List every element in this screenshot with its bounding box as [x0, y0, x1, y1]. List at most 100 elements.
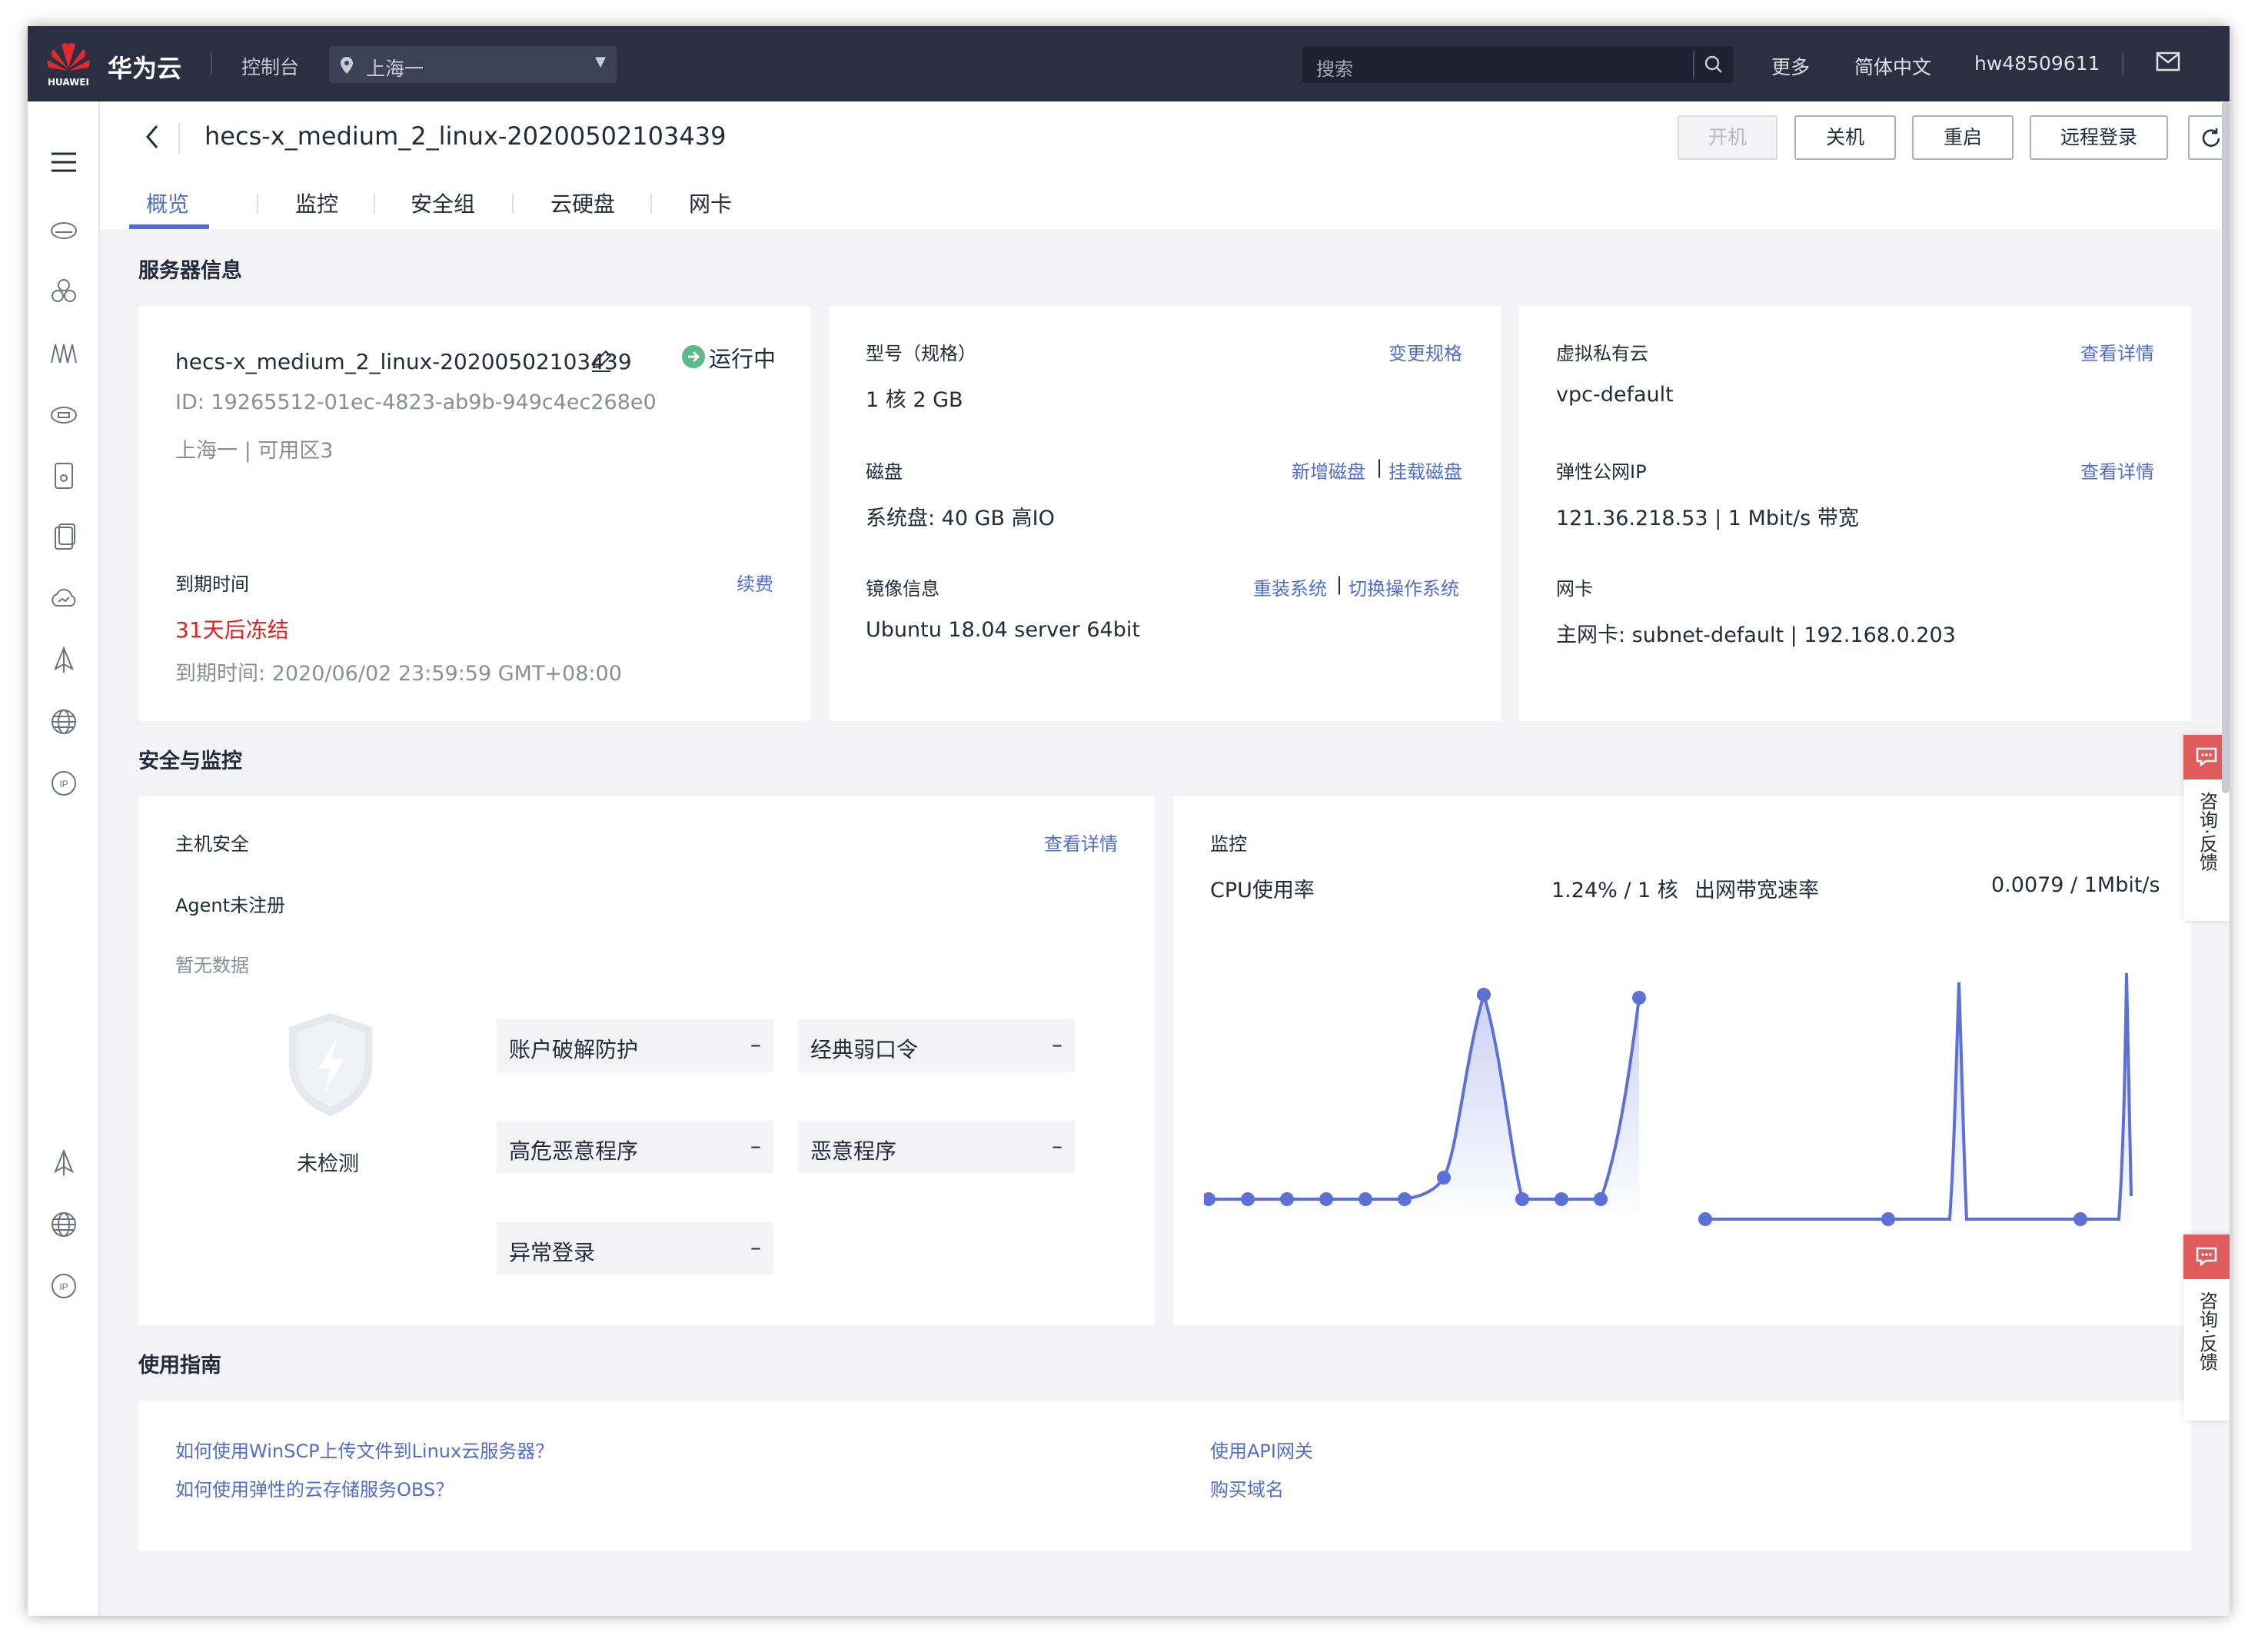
divider: | — [1376, 457, 1383, 478]
user-account-menu[interactable]: hw48509611 — [1974, 52, 2100, 75]
undetected-label: 未检测 — [297, 1152, 359, 1176]
freeze-warning: 31天后冻结 — [175, 617, 289, 643]
network-card: 虚拟私有云 查看详情 vpc-default 弹性公网IP 查看详情 121.3… — [1519, 306, 2191, 721]
brand-name[interactable]: 华为云 — [108, 49, 181, 85]
disk-icon[interactable] — [49, 461, 78, 490]
change-spec-link[interactable]: 变更规格 — [1388, 338, 1462, 365]
guide-link-api-gateway[interactable]: 使用API网关 — [1210, 1436, 1313, 1463]
refresh-icon — [2202, 128, 2220, 147]
switch-os-link[interactable]: 切换操作系统 — [1348, 573, 1459, 600]
server-location: 上海一 | 可用区3 — [175, 439, 334, 463]
reinstall-os-link[interactable]: 重装系统 — [1253, 573, 1327, 600]
search-input[interactable]: 搜索 — [1316, 54, 1353, 81]
tab-monitoring[interactable]: 监控 — [295, 188, 338, 218]
huawei-logo[interactable]: HUAWEI — [38, 38, 98, 92]
security-item-value: – — [1052, 1032, 1063, 1057]
bandwidth-value: 0.0079 / 1Mbit/s — [1991, 873, 2160, 897]
storage-cloud-icon[interactable] — [49, 400, 78, 429]
image-value: Ubuntu 18.04 server 64bit — [866, 618, 1140, 642]
cloud-server-icon[interactable] — [49, 215, 78, 244]
guide-link-winscp[interactable]: 如何使用WinSCP上传文件到Linux云服务器？ — [175, 1436, 554, 1463]
eip-value: 121.36.218.53 | 1 Mbit/s 带宽 — [1556, 507, 1859, 530]
app-window: HUAWEI 华为云 控制台 上海一 ▼ 搜索 更多 简体中文 hw485096… — [28, 26, 2230, 1616]
security-item-abnormal-login[interactable]: 异常登录 – — [497, 1222, 773, 1274]
tab-security-group[interactable]: 安全组 — [411, 188, 475, 218]
guide-link-obs[interactable]: 如何使用弹性的云存储服务OBS？ — [175, 1474, 454, 1501]
backup-icon[interactable] — [49, 523, 78, 552]
divider — [374, 194, 375, 214]
monitoring-label: 监控 — [1210, 833, 1247, 855]
nic-value: 主网卡: subnet-default | 192.168.0.203 — [1556, 623, 1956, 647]
attach-disk-link[interactable]: 挂载磁盘 — [1388, 457, 1462, 484]
divider — [257, 194, 258, 214]
elastic-ip-icon[interactable]: IP — [49, 769, 78, 798]
tab-cloud-disk[interactable]: 云硬盘 — [550, 188, 615, 218]
remote-login-button[interactable]: 远程登录 — [2030, 115, 2168, 160]
cloud-monitor-icon[interactable] — [49, 584, 78, 613]
tab-overview[interactable]: 概览 — [146, 188, 189, 218]
expire-time: 到期时间: 2020/06/02 23:59:59 GMT+08:00 — [175, 662, 622, 686]
globe-icon[interactable] — [49, 707, 78, 736]
menu-icon[interactable] — [49, 148, 78, 177]
divider — [1693, 51, 1694, 78]
image-label: 镜像信息 — [866, 578, 939, 600]
eip-detail-link[interactable]: 查看详情 — [2080, 457, 2154, 484]
deploy-icon[interactable] — [49, 1148, 78, 1178]
bandwidth-label: 出网带宽速率 — [1694, 879, 1819, 902]
security-item-malware[interactable]: 恶意程序 – — [798, 1121, 1075, 1173]
cluster-icon[interactable] — [49, 277, 78, 306]
renew-link[interactable]: 续费 — [737, 569, 773, 596]
mail-icon[interactable] — [2156, 51, 2180, 72]
deploy-icon[interactable] — [49, 646, 78, 675]
section-title-guide: 使用指南 — [138, 1354, 221, 1377]
network-icon[interactable] — [49, 338, 78, 367]
elastic-ip-icon[interactable]: IP — [49, 1271, 78, 1301]
chevron-down-icon: ▼ — [595, 54, 606, 70]
page-header: hecs-x_medium_2_linux-20200502103439 开机 … — [100, 101, 2230, 229]
page-title: hecs-x_medium_2_linux-20200502103439 — [205, 121, 727, 151]
back-arrow-icon[interactable] — [141, 121, 163, 152]
vpc-detail-link[interactable]: 查看详情 — [2080, 338, 2154, 365]
scrollbar[interactable] — [2222, 101, 2230, 793]
bandwidth-sparkline — [1698, 972, 2133, 1227]
feedback-label: 咨询·反馈 — [2183, 1291, 2230, 1371]
svg-text:IP: IP — [59, 1281, 68, 1292]
security-detail-link[interactable]: 查看详情 — [1044, 829, 1118, 856]
divider — [650, 194, 652, 214]
divider — [211, 52, 212, 75]
globe-icon[interactable] — [49, 1210, 78, 1239]
feedback-widget[interactable]: 咨询·反馈 — [2183, 1235, 2230, 1421]
guide-link-buy-domain[interactable]: 购买域名 — [1210, 1474, 1284, 1501]
start-button[interactable]: 开机 — [1678, 115, 1777, 160]
status-badge: 运行中 — [709, 346, 777, 372]
disk-label: 磁盘 — [866, 461, 903, 483]
no-data-text: 暂无数据 — [175, 955, 249, 976]
feedback-text: 咨询·反馈 — [2196, 792, 2218, 872]
active-tab-indicator — [129, 224, 209, 229]
region-selector[interactable]: 上海一 ▼ — [329, 46, 617, 83]
add-disk-link[interactable]: 新增磁盘 — [1292, 457, 1365, 484]
vpc-value: vpc-default — [1556, 383, 1674, 407]
host-security-label: 主机安全 — [175, 833, 249, 855]
edit-icon[interactable] — [589, 349, 614, 374]
security-item-name: 恶意程序 — [810, 1138, 897, 1164]
section-title-server-info: 服务器信息 — [138, 259, 242, 283]
security-item-account-protection[interactable]: 账户破解防护 – — [497, 1019, 773, 1072]
tab-nic[interactable]: 网卡 — [689, 188, 732, 218]
chat-icon — [2183, 1235, 2230, 1279]
console-link[interactable]: 控制台 — [241, 52, 299, 80]
server-summary-card: hecs-x_medium_2_linux-20200502103439 运行中… — [138, 306, 810, 721]
svg-text:IP: IP — [59, 779, 68, 789]
search-box[interactable]: 搜索 — [1302, 46, 1733, 83]
more-menu[interactable]: 更多 — [1771, 52, 1810, 80]
security-item-high-risk-malware[interactable]: 高危恶意程序 – — [497, 1121, 773, 1173]
shutdown-button[interactable]: 关机 — [1794, 115, 1896, 160]
language-selector[interactable]: 简体中文 — [1854, 52, 1931, 80]
expire-label: 到期时间 — [175, 573, 249, 595]
restart-button[interactable]: 重启 — [1912, 115, 2014, 160]
server-config-card: 型号（规格） 变更规格 1 核 2 GB 磁盘 新增磁盘 | 挂载磁盘 系统盘:… — [829, 306, 1501, 721]
search-icon[interactable] — [1704, 55, 1724, 75]
cpu-usage-value: 1.24% / 1 核 — [1551, 879, 1678, 902]
security-item-weak-password[interactable]: 经典弱口令 – — [798, 1019, 1075, 1072]
security-item-name: 账户破解防护 — [509, 1037, 639, 1062]
